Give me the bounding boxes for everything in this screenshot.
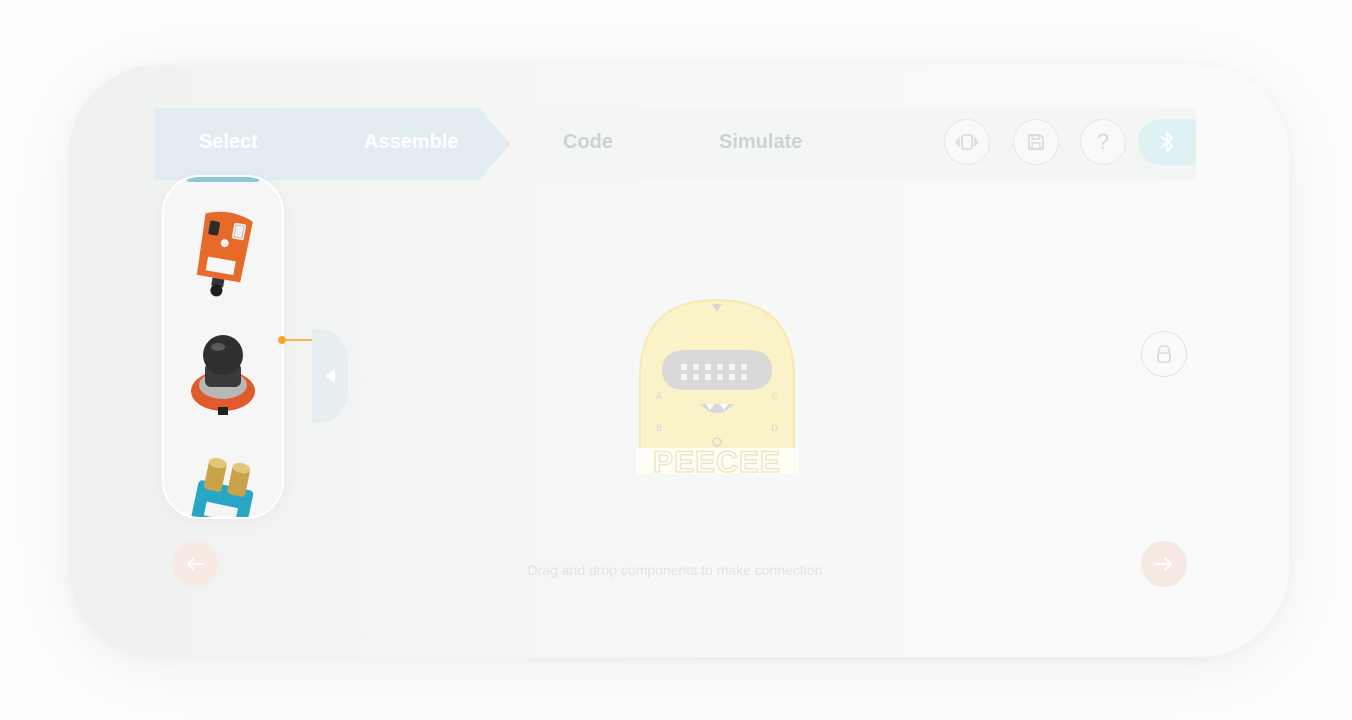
component-ultrasonic-sensor[interactable] (164, 457, 282, 517)
step-simulate[interactable]: Simulate (719, 108, 802, 180)
vibration-button[interactable] (944, 119, 990, 165)
help-button[interactable]: ? (1080, 119, 1126, 165)
instruction-hint: Drag and drop components to make connect… (527, 562, 823, 578)
step-select[interactable]: Select (199, 108, 258, 180)
component-joystick[interactable] (164, 333, 282, 419)
step-assemble[interactable]: Assemble (364, 108, 459, 180)
triangle-left-icon (325, 369, 335, 383)
bluetooth-button[interactable] (1138, 119, 1196, 165)
board-pin-c: C (771, 392, 778, 402)
panel-scroll-indicator (186, 177, 260, 182)
component-ir-sensor[interactable] (164, 207, 282, 299)
help-icon: ? (1096, 129, 1110, 154)
collapse-panel-button[interactable] (312, 329, 348, 423)
board-pin-d: D (771, 424, 778, 434)
joystick-image (191, 335, 255, 415)
component-panel[interactable] (162, 175, 284, 519)
arrow-left-icon (187, 557, 204, 571)
ir-sensor-image (196, 211, 253, 297)
back-button[interactable] (172, 541, 218, 587)
step-code[interactable]: Code (563, 108, 613, 180)
quarky-board[interactable]: A B C D PEECEE (636, 298, 798, 480)
next-button[interactable] (1141, 541, 1187, 587)
vibration-icon (956, 134, 978, 150)
lock-icon (1157, 345, 1171, 363)
save-button[interactable] (1013, 119, 1059, 165)
arrow-right-icon (1155, 557, 1172, 571)
lock-button[interactable] (1141, 331, 1187, 377)
save-icon (1028, 134, 1044, 150)
ultrasonic-sensor-image (191, 457, 254, 517)
board-pin-b: B (656, 424, 663, 434)
board-pin-a: A (656, 392, 663, 402)
board-brand-text: PEECEE (652, 445, 781, 480)
bluetooth-icon (1161, 132, 1173, 152)
connection-handle[interactable] (278, 336, 286, 344)
